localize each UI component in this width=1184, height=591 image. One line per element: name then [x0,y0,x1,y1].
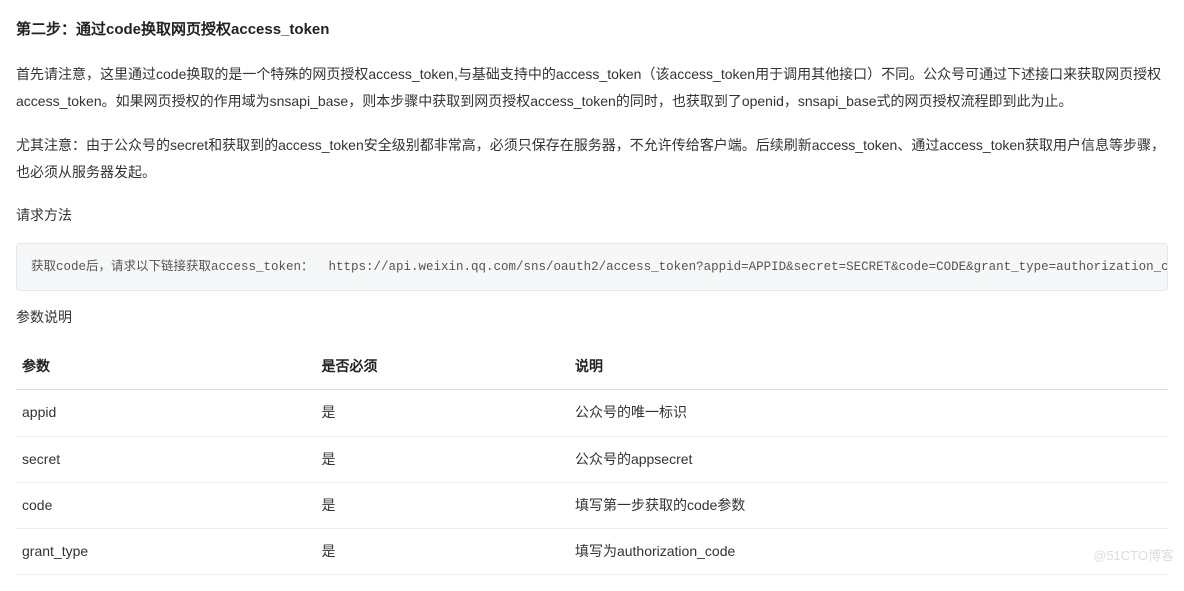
cell-param: code [16,482,316,528]
cell-required: 是 [316,436,569,482]
cell-param: appid [16,390,316,436]
cell-required: 是 [316,529,569,575]
paragraph-note-1: 首先请注意，这里通过code换取的是一个特殊的网页授权access_token,… [16,61,1168,114]
paragraph-note-2: 尤其注意：由于公众号的secret和获取到的access_token安全级别都非… [16,132,1168,185]
table-header-param: 参数 [16,344,316,390]
params-table: 参数 是否必须 说明 appid 是 公众号的唯一标识 secret 是 公众号… [16,344,1168,575]
cell-desc: 填写为authorization_code [569,529,1168,575]
table-header-desc: 说明 [569,344,1168,390]
table-row: secret 是 公众号的appsecret [16,436,1168,482]
cell-desc: 公众号的appsecret [569,436,1168,482]
cell-param: grant_type [16,529,316,575]
table-row: code 是 填写第一步获取的code参数 [16,482,1168,528]
table-header-required: 是否必须 [316,344,569,390]
table-row: grant_type 是 填写为authorization_code [16,529,1168,575]
table-header-row: 参数 是否必须 说明 [16,344,1168,390]
cell-desc: 公众号的唯一标识 [569,390,1168,436]
cell-required: 是 [316,482,569,528]
table-row: appid 是 公众号的唯一标识 [16,390,1168,436]
cell-required: 是 [316,390,569,436]
cell-desc: 填写第一步获取的code参数 [569,482,1168,528]
params-label: 参数说明 [16,305,1168,330]
cell-param: secret [16,436,316,482]
section-heading: 第二步：通过code换取网页授权access_token [16,16,1168,43]
code-block: 获取code后，请求以下链接获取access_token： https://ap… [16,243,1168,292]
request-method-label: 请求方法 [16,203,1168,228]
